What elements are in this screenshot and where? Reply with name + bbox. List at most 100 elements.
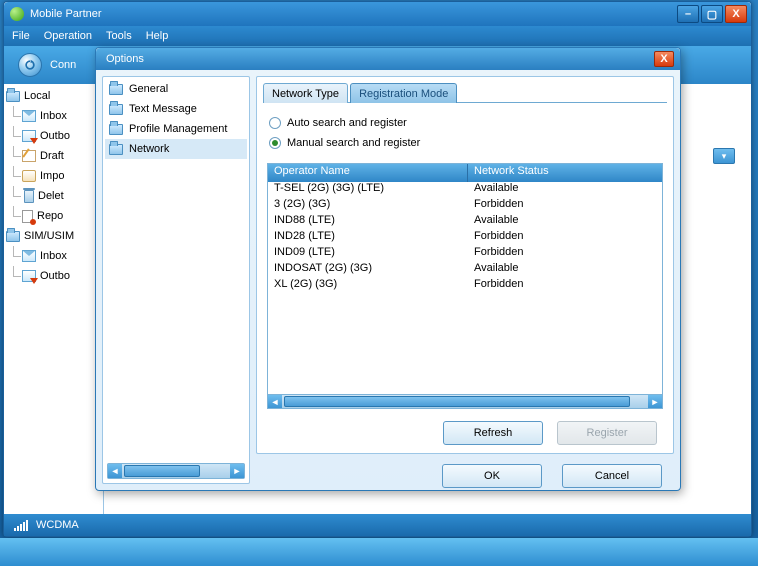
menu-tools[interactable]: Tools xyxy=(106,30,132,42)
cell-status: Available xyxy=(468,214,662,230)
category-label: Network xyxy=(129,143,169,155)
menu-help[interactable]: Help xyxy=(146,30,169,42)
tree-label: Impo xyxy=(40,170,64,182)
scroll-thumb[interactable] xyxy=(124,465,200,477)
cell-operator: XL (2G) (3G) xyxy=(268,278,468,294)
operator-row[interactable]: IND09 (LTE)Forbidden xyxy=(268,246,662,262)
cell-operator: IND28 (LTE) xyxy=(268,230,468,246)
close-button[interactable]: X xyxy=(725,5,747,23)
col-operator-name[interactable]: Operator Name xyxy=(268,164,468,182)
title-bar: Mobile Partner – ▢ X xyxy=(4,2,751,26)
cell-operator: INDOSAT (2G) (3G) xyxy=(268,262,468,278)
tree-label: Outbo xyxy=(40,130,70,142)
dialog-close-button[interactable]: X xyxy=(654,51,674,67)
radio-icon xyxy=(269,137,281,149)
operator-row[interactable]: IND28 (LTE)Forbidden xyxy=(268,230,662,246)
connect-label[interactable]: Conn xyxy=(50,59,76,71)
operator-row[interactable]: T-SEL (2G) (3G) (LTE)Available xyxy=(268,182,662,198)
dialog-title: Options xyxy=(102,53,654,65)
col-network-status[interactable]: Network Status xyxy=(468,164,662,182)
folder-icon xyxy=(109,84,123,95)
tree-item[interactable]: Delet xyxy=(6,186,101,206)
operator-row[interactable]: XL (2G) (3G)Forbidden xyxy=(268,278,662,294)
radio-label: Auto search and register xyxy=(287,117,407,129)
options-dialog: Options X General Text Message Profile Man… xyxy=(95,47,681,491)
menu-file[interactable]: File xyxy=(12,30,30,42)
tree-local[interactable]: Local xyxy=(6,86,101,106)
delete-icon xyxy=(24,190,34,203)
scroll-right-icon[interactable]: ► xyxy=(230,464,244,478)
cell-status: Available xyxy=(468,182,662,198)
category-item[interactable]: Profile Management xyxy=(105,119,247,139)
tree-label: Inbox xyxy=(40,250,67,262)
scroll-thumb[interactable] xyxy=(284,396,630,407)
cell-status: Forbidden xyxy=(468,278,662,294)
refresh-button[interactable]: Refresh xyxy=(443,421,543,445)
tree-item[interactable]: Draft xyxy=(6,146,101,166)
report-icon xyxy=(22,210,33,223)
scroll-right-icon[interactable]: ► xyxy=(648,395,662,408)
connect-icon[interactable] xyxy=(18,53,42,77)
cell-operator: 3 (2G) (3G) xyxy=(268,198,468,214)
cell-status: Available xyxy=(468,262,662,278)
tree-label: Repo xyxy=(37,210,63,222)
tree-item[interactable]: Repo xyxy=(6,206,101,226)
operator-row[interactable]: IND88 (LTE)Available xyxy=(268,214,662,230)
tree-item[interactable]: Impo xyxy=(6,166,101,186)
cell-status: Forbidden xyxy=(468,198,662,214)
category-label: Text Message xyxy=(129,103,197,115)
tab-network-type[interactable]: Network Type xyxy=(263,83,348,103)
cell-operator: IND09 (LTE) xyxy=(268,246,468,262)
cancel-button[interactable]: Cancel xyxy=(562,464,662,488)
draft-icon xyxy=(22,150,36,162)
operator-grid[interactable]: Operator Name Network Status T-SEL (2G) … xyxy=(267,163,663,409)
column-picker[interactable]: ▾ xyxy=(713,148,735,164)
radio-icon xyxy=(269,117,281,129)
cell-operator: T-SEL (2G) (3G) (LTE) xyxy=(268,182,468,198)
radio-label: Manual search and register xyxy=(287,137,420,149)
register-button[interactable]: Register xyxy=(557,421,657,445)
tree-item[interactable]: Inbox xyxy=(6,246,101,266)
category-item[interactable]: Text Message xyxy=(105,99,247,119)
operator-row[interactable]: 3 (2G) (3G)Forbidden xyxy=(268,198,662,214)
tab-bar: Network Type Registration Mode xyxy=(263,83,667,103)
radio-manual-search[interactable]: Manual search and register xyxy=(269,133,661,153)
menu-bar: File Operation Tools Help xyxy=(4,26,751,46)
radio-auto-search[interactable]: Auto search and register xyxy=(269,113,661,133)
tree-label: Delet xyxy=(38,190,64,202)
outbox-icon xyxy=(22,130,36,142)
dialog-title-bar: Options X xyxy=(96,48,680,70)
network-mode: WCDMA xyxy=(36,519,79,531)
maximize-button[interactable]: ▢ xyxy=(701,5,723,23)
tree-item[interactable]: Outbo xyxy=(6,126,101,146)
scroll-left-icon[interactable]: ◄ xyxy=(108,464,122,478)
app-icon xyxy=(10,7,24,21)
folder-icon xyxy=(6,91,20,102)
folder-tree: Local Inbox Outbo Draft Impo Delet Repo SIM/U… xyxy=(4,84,104,514)
cell-status: Forbidden xyxy=(468,246,662,262)
scroll-left-icon[interactable]: ◄ xyxy=(268,395,282,408)
tab-registration-mode[interactable]: Registration Mode xyxy=(350,83,457,103)
options-category-pane: General Text Message Profile Management Net… xyxy=(102,76,250,484)
category-scrollbar[interactable]: ◄ ► xyxy=(107,463,245,479)
menu-operation[interactable]: Operation xyxy=(44,30,92,42)
category-label: Profile Management xyxy=(129,123,227,135)
cell-status: Forbidden xyxy=(468,230,662,246)
category-item[interactable]: General xyxy=(105,79,247,99)
tree-item[interactable]: Inbox xyxy=(6,106,101,126)
outbox-icon xyxy=(22,270,36,282)
grid-scrollbar[interactable]: ◄ ► xyxy=(268,394,662,408)
tree-sim[interactable]: SIM/USIM xyxy=(6,226,101,246)
tree-label: SIM/USIM xyxy=(24,230,74,242)
tree-item[interactable]: Outbo xyxy=(6,266,101,286)
tree-label: Outbo xyxy=(40,270,70,282)
cell-operator: IND88 (LTE) xyxy=(268,214,468,230)
import-icon xyxy=(22,170,36,182)
category-item[interactable]: Network xyxy=(105,139,247,159)
minimize-button[interactable]: – xyxy=(677,5,699,23)
tree-label: Inbox xyxy=(40,110,67,122)
category-label: General xyxy=(129,83,168,95)
operator-row[interactable]: INDOSAT (2G) (3G)Available xyxy=(268,262,662,278)
folder-icon xyxy=(109,104,123,115)
ok-button[interactable]: OK xyxy=(442,464,542,488)
